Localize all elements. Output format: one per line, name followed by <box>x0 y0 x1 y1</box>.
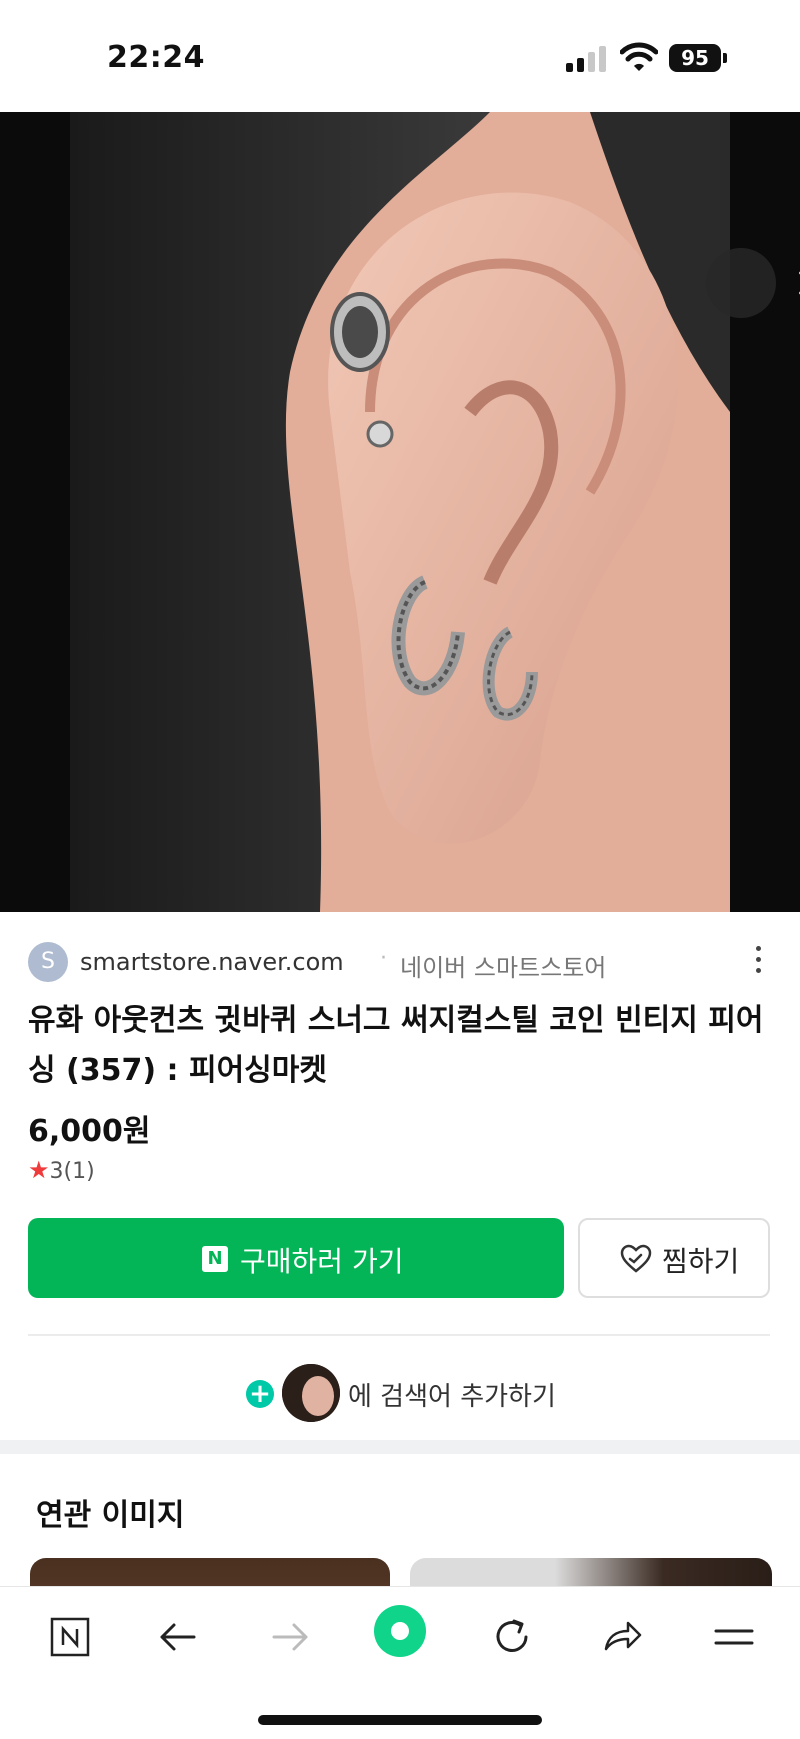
forward-arrow-icon[interactable] <box>262 1609 318 1665</box>
related-images-heading: 연관 이미지 <box>36 1498 185 1533</box>
source-avatar: S <box>28 942 68 982</box>
browser-toolbar <box>0 1586 800 1739</box>
home-indicator <box>258 1715 542 1725</box>
naver-home-icon[interactable] <box>42 1609 98 1665</box>
refresh-icon[interactable] <box>484 1609 540 1665</box>
battery-tip <box>723 53 727 63</box>
search-thumbnail <box>282 1364 340 1422</box>
close-button[interactable] <box>706 248 800 318</box>
source-store-name: 네이버 스마트스토어 <box>400 954 607 982</box>
ear-photo <box>70 112 730 912</box>
status-bar: 22:24 95 <box>0 0 800 112</box>
wish-button-label: 찜하기 <box>662 1245 740 1278</box>
green-dot-icon[interactable] <box>372 1603 428 1659</box>
source-domain[interactable]: smartstore.naver.com <box>80 948 344 976</box>
add-search-term-label: 에 검색어 추가하기 <box>348 1382 556 1412</box>
more-vertical-icon[interactable] <box>752 946 764 980</box>
wifi-icon <box>620 42 658 71</box>
cellular-signal-icon <box>566 46 606 72</box>
section-separator <box>0 1440 800 1454</box>
menu-icon[interactable] <box>706 1609 762 1665</box>
buy-button-label: 구매하러 가기 <box>240 1245 404 1278</box>
source-separator: · <box>380 946 387 971</box>
back-arrow-icon[interactable] <box>150 1609 206 1665</box>
status-time: 22:24 <box>107 40 205 75</box>
naver-pay-icon: N <box>202 1246 228 1272</box>
share-icon[interactable] <box>594 1609 650 1665</box>
product-price: 6,000원 <box>28 1114 151 1149</box>
product-title[interactable]: 유화 아웃컨츠 귓바퀴 스너그 써지컬스틸 코인 빈티지 피어싱 (357) :… <box>28 996 768 1096</box>
battery-level: 95 <box>669 44 721 72</box>
wish-button[interactable]: 찜하기 <box>578 1218 770 1298</box>
product-rating: ★3(1) <box>28 1156 95 1184</box>
rating-value: 3(1) <box>49 1159 95 1184</box>
source-row[interactable]: S smartstore.naver.com · 네이버 스마트스토어 <box>28 940 768 984</box>
heart-icon <box>620 1244 652 1273</box>
plus-icon: + <box>246 1380 274 1408</box>
star-icon: ★ <box>28 1156 50 1184</box>
divider <box>28 1334 770 1336</box>
buy-button[interactable]: N 구매하러 가기 <box>28 1218 564 1298</box>
product-image[interactable] <box>0 112 800 912</box>
add-search-term[interactable]: + 에 검색어 추가하기 <box>0 1362 800 1426</box>
close-icon <box>799 271 800 295</box>
